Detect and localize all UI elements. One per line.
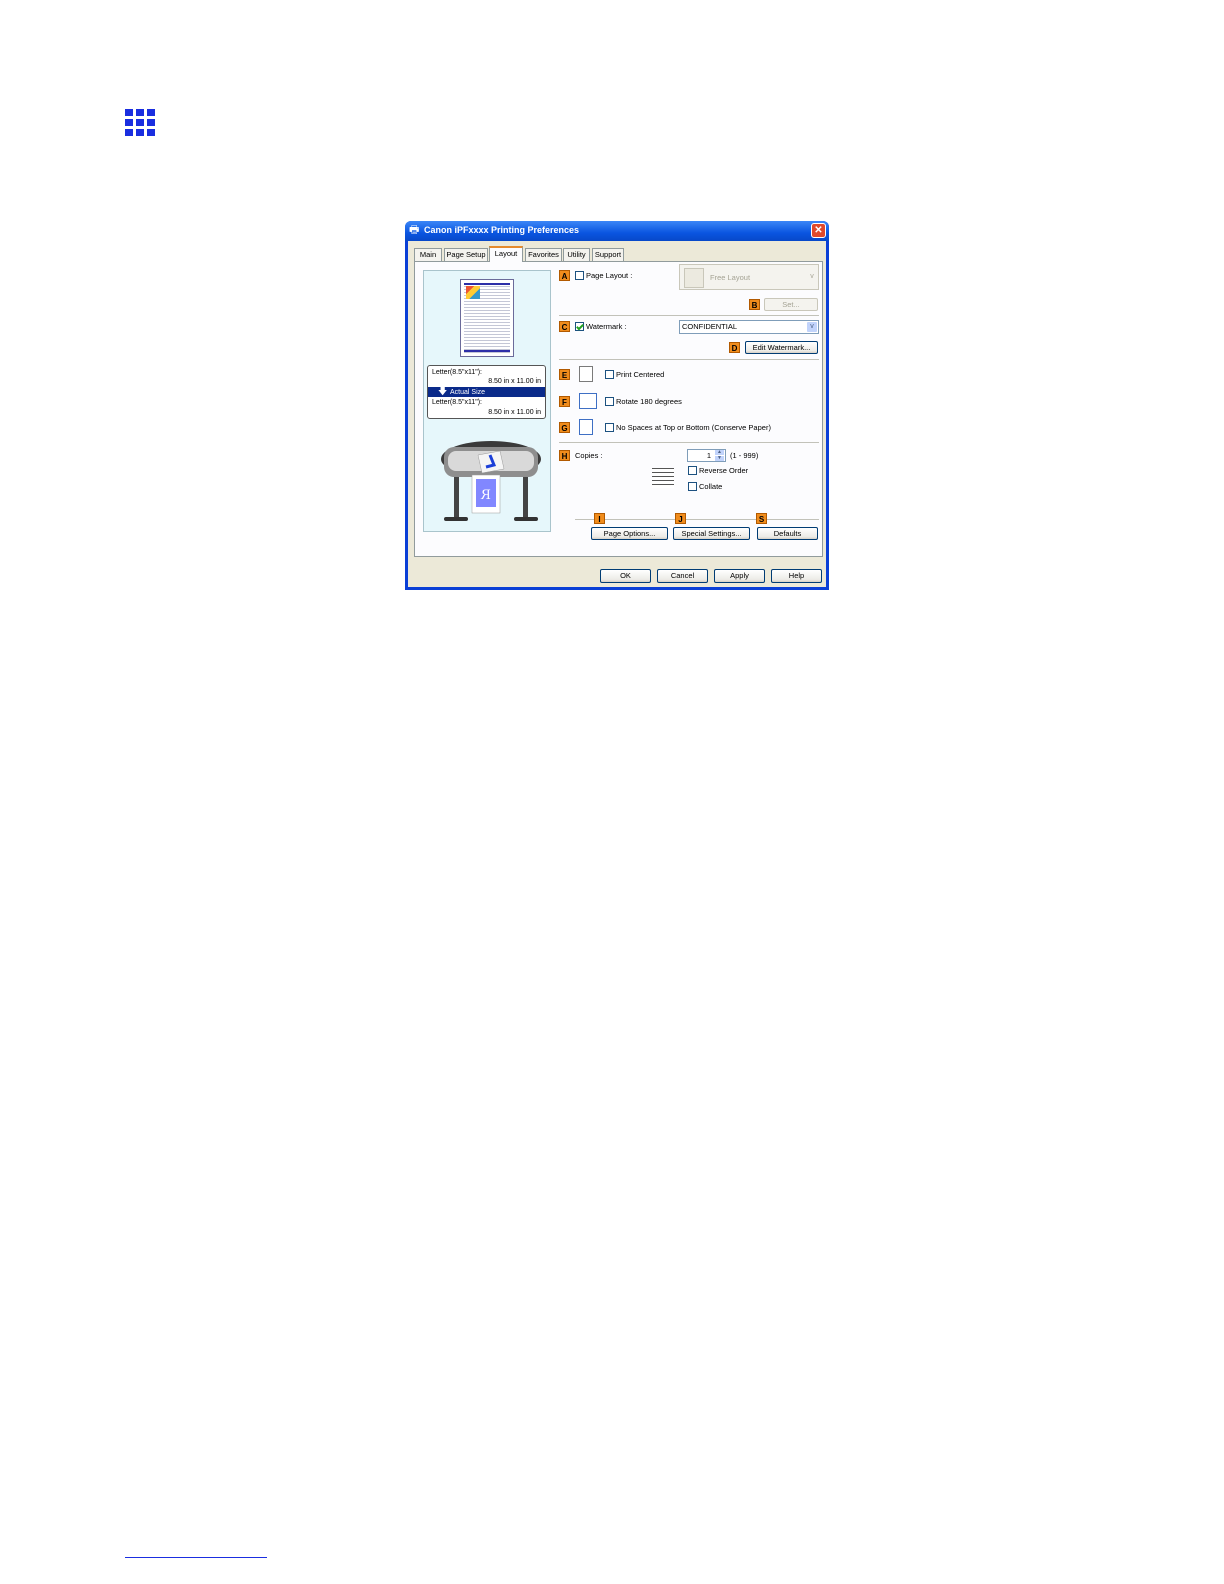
- footer-rule: [125, 1557, 267, 1558]
- tab-main[interactable]: Main: [414, 248, 442, 261]
- watermark-value: CONFIDENTIAL: [682, 322, 738, 331]
- scale-mode-bar: 🡇 Actual Size: [428, 387, 545, 397]
- badge-i: I: [594, 513, 605, 524]
- special-settings-button[interactable]: Special Settings...: [673, 527, 750, 540]
- badge-j: J: [675, 513, 686, 524]
- close-button[interactable]: ✕: [811, 223, 826, 238]
- defaults-button[interactable]: Defaults: [757, 527, 818, 540]
- original-size-label: Letter(8.5"x11"):: [432, 369, 482, 376]
- free-layout-icon: [684, 268, 704, 288]
- copies-range: (1 - 999): [730, 451, 759, 460]
- watermark-label: Watermark :: [586, 322, 627, 331]
- svg-text:R: R: [480, 488, 491, 503]
- separator: [575, 519, 819, 520]
- rotate-icon: [579, 393, 597, 409]
- tab-utility[interactable]: Utility: [563, 248, 590, 261]
- badge-f: F: [559, 396, 570, 407]
- print-centered-icon: [579, 366, 593, 382]
- print-centered-checkbox[interactable]: [605, 370, 614, 379]
- large-format-printer-image: R: [441, 441, 541, 521]
- badge-b: B: [749, 299, 760, 310]
- set-button[interactable]: Set...: [764, 298, 818, 311]
- chevron-down-icon: v: [807, 322, 817, 332]
- reverse-order-checkbox[interactable]: [688, 466, 697, 475]
- rotate-180-label: Rotate 180 degrees: [616, 397, 682, 406]
- badge-s: S: [756, 513, 767, 524]
- output-size-label: Letter(8.5"x11"):: [432, 399, 482, 406]
- copies-value: 1: [706, 451, 711, 460]
- help-button[interactable]: Help: [771, 569, 822, 583]
- cancel-button[interactable]: Cancel: [657, 569, 708, 583]
- conserve-paper-icon: [579, 419, 593, 435]
- edit-watermark-button[interactable]: Edit Watermark...: [745, 341, 818, 354]
- badge-g: G: [559, 422, 570, 433]
- badge-a: A: [559, 270, 570, 281]
- section-grid-icon: [125, 109, 155, 137]
- print-centered-label: Print Centered: [616, 370, 665, 379]
- paper-size-info: Letter(8.5"x11"): 8.50 in x 11.00 in 🡇 A…: [427, 365, 546, 419]
- title-bar[interactable]: 🖶 Canon iPFxxxx Printing Preferences ✕: [405, 221, 829, 241]
- reverse-order-label: Reverse Order: [699, 466, 749, 475]
- scale-mode-label: Actual Size: [450, 389, 486, 396]
- tab-layout[interactable]: Layout: [489, 246, 523, 262]
- output-size-value: 8.50 in x 11.00 in: [488, 409, 541, 416]
- copies-label: Copies :: [575, 451, 603, 460]
- stacked-pages-icon: [652, 468, 674, 488]
- print-preview-pane: Letter(8.5"x11"): 8.50 in x 11.00 in 🡇 A…: [423, 270, 551, 532]
- badge-c: C: [559, 321, 570, 332]
- dialog-client: Main Page Setup Layout Favorites Utility…: [408, 241, 826, 587]
- apply-button[interactable]: Apply: [714, 569, 765, 583]
- window-title: Canon iPFxxxx Printing Preferences: [424, 225, 580, 235]
- page-layout-select[interactable]: Free Layout v: [679, 264, 819, 290]
- copies-spinner[interactable]: 1 ▲ ▼: [687, 449, 726, 462]
- layout-tab-panel: Letter(8.5"x11"): 8.50 in x 11.00 in 🡇 A…: [414, 261, 823, 557]
- tab-page-setup[interactable]: Page Setup: [444, 248, 488, 261]
- collate-checkbox[interactable]: [688, 482, 697, 491]
- original-size-value: 8.50 in x 11.00 in: [488, 378, 541, 385]
- watermark-select[interactable]: CONFIDENTIAL v: [679, 320, 819, 334]
- separator: [559, 359, 819, 360]
- page-layout-checkbox[interactable]: [575, 271, 584, 280]
- collate-label: Collate: [699, 482, 723, 491]
- separator: [559, 315, 819, 316]
- ok-button[interactable]: OK: [600, 569, 651, 583]
- printing-preferences-window: 🖶 Canon iPFxxxx Printing Preferences ✕ M…: [405, 221, 829, 590]
- separator: [559, 442, 819, 443]
- spin-down-icon[interactable]: ▼: [715, 456, 724, 461]
- badge-e: E: [559, 369, 570, 380]
- badge-d: D: [729, 342, 740, 353]
- badge-h: H: [559, 450, 570, 461]
- down-arrow-icon: 🡇: [438, 386, 448, 396]
- page-preview-thumbnail: [460, 279, 514, 357]
- no-spaces-checkbox[interactable]: [605, 423, 614, 432]
- tab-favorites[interactable]: Favorites: [525, 248, 562, 261]
- page-layout-label: Page Layout :: [586, 271, 633, 280]
- rotate-180-checkbox[interactable]: [605, 397, 614, 406]
- printer-app-icon: 🖶: [409, 224, 420, 236]
- no-spaces-label: No Spaces at Top or Bottom (Conserve Pap…: [616, 423, 771, 432]
- tab-support[interactable]: Support: [592, 248, 624, 261]
- page-options-button[interactable]: Page Options...: [591, 527, 668, 540]
- page-layout-value: Free Layout: [710, 273, 751, 282]
- watermark-checkbox[interactable]: [575, 322, 584, 331]
- preview-image-icon: [466, 286, 480, 299]
